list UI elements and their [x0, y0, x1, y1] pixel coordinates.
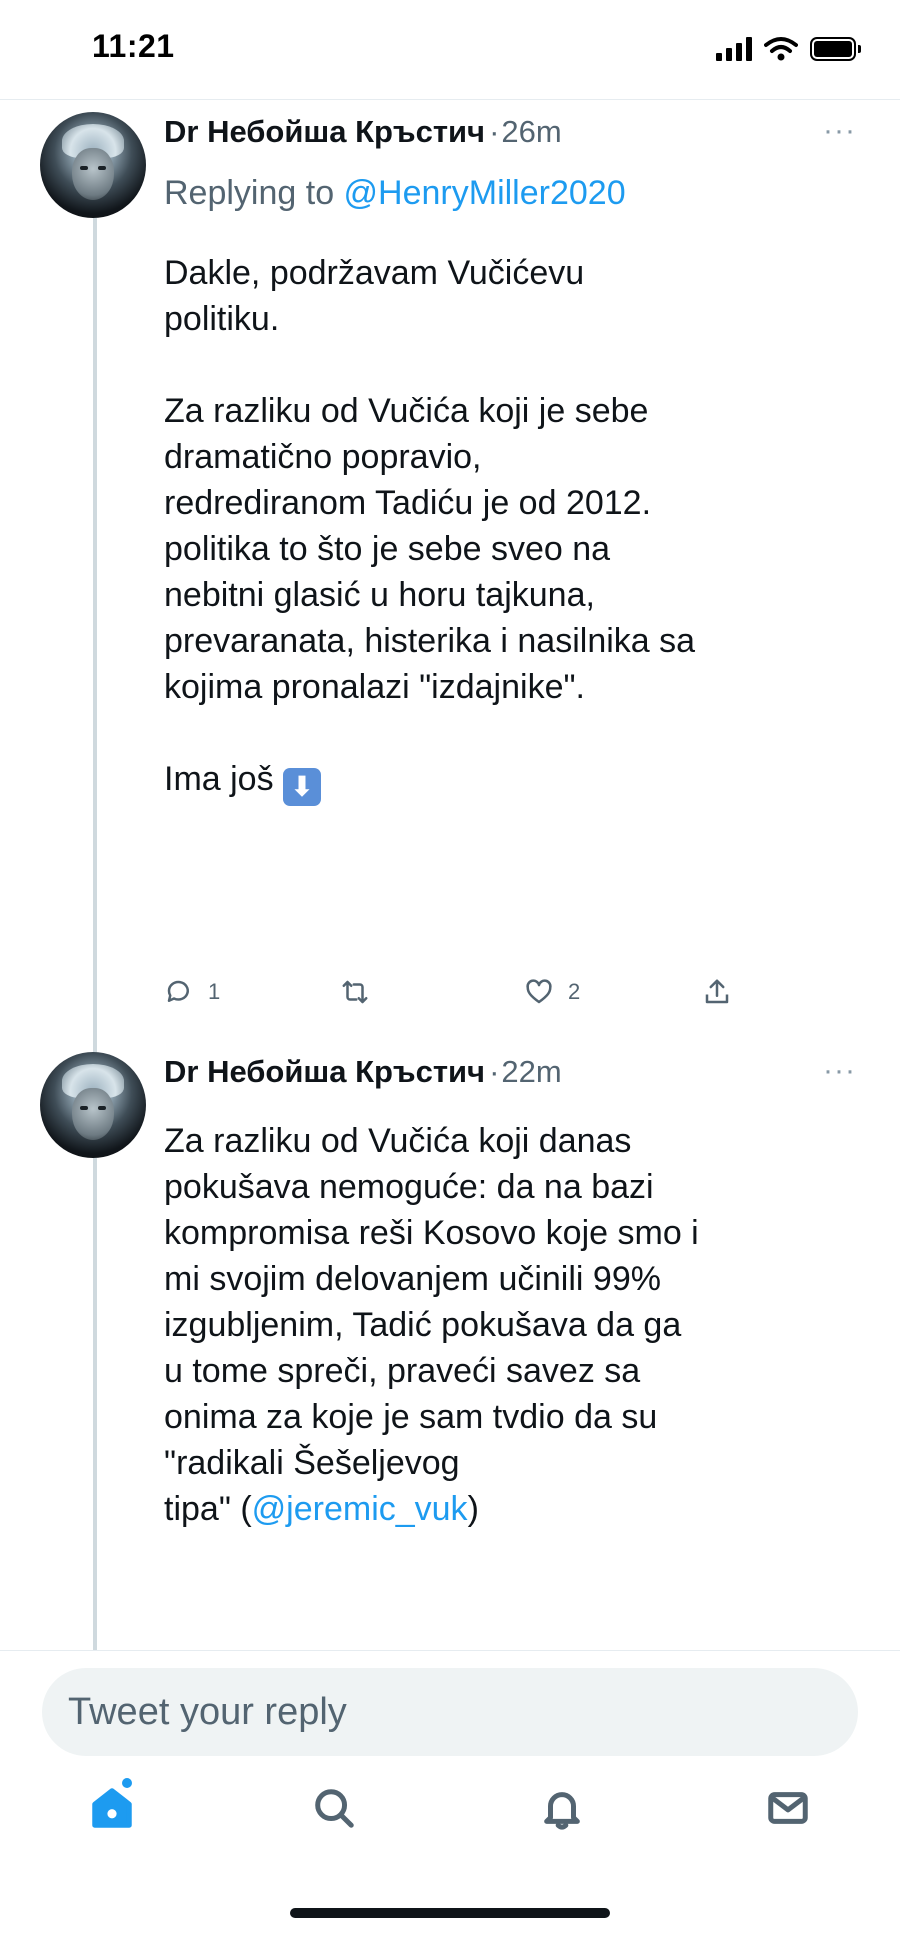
more-options-icon[interactable]: ···: [823, 1054, 856, 1088]
search-icon: [315, 1789, 354, 1828]
separator: ·: [489, 1054, 500, 1089]
nav-home[interactable]: [80, 1776, 144, 1840]
like-count: 2: [568, 979, 581, 1004]
tweet-header: Dr Небойша Кръстич · 26m: [164, 114, 562, 158]
timestamp[interactable]: 22m: [501, 1054, 561, 1090]
reply-input[interactable]: [68, 1668, 828, 1756]
tweet-body: Za razliku od Vučića koji danas pokušava…: [164, 1122, 699, 1528]
tweet-text: Dakle, podržavam Vučićevu politiku. Za r…: [164, 250, 864, 806]
thread-line: [93, 1158, 97, 1650]
tweet-body: Dakle, podržavam Vučićevu politiku. Za r…: [164, 254, 696, 798]
tweet-1[interactable]: Dr Небойша Кръстич · 26m ··· Replying to…: [0, 100, 900, 1130]
replying-to: Replying to @HenryMiller2020: [164, 174, 626, 213]
home-icon: [92, 1788, 132, 1828]
nav-notifications[interactable]: [530, 1776, 594, 1840]
retweet-button[interactable]: [340, 977, 384, 1007]
like-button[interactable]: 2: [524, 977, 580, 1007]
separator: ·: [489, 114, 500, 149]
tweet-header: Dr Небойша Кръстич · 22m: [164, 1054, 562, 1098]
tweet-text: Za razliku od Vučića koji danas pokušava…: [164, 1118, 864, 1532]
reply-composer[interactable]: [42, 1668, 858, 1756]
more-options-icon[interactable]: ···: [823, 114, 856, 148]
replying-handle-link[interactable]: @HenryMiller2020: [344, 174, 626, 212]
tweet-actions: 1 2: [164, 972, 729, 1012]
nav-search[interactable]: [302, 1776, 366, 1840]
messages-icon: [768, 1792, 808, 1824]
home-indicator: [290, 1908, 610, 1918]
status-icons: [716, 34, 861, 64]
author-name[interactable]: Dr Небойша Кръстич: [164, 114, 485, 150]
reply-count: 1: [208, 979, 221, 1004]
composer-divider: [0, 1650, 900, 1651]
heart-icon: [526, 979, 552, 1004]
battery-icon: [810, 37, 861, 61]
wifi-icon: [764, 37, 798, 61]
cellular-signal-icon: [716, 37, 752, 61]
mention-link[interactable]: @jeremic_vuk: [252, 1490, 468, 1528]
reply-button[interactable]: 1: [164, 977, 220, 1007]
notifications-icon: [544, 1792, 580, 1830]
thread-line: [93, 218, 97, 1130]
nav-messages[interactable]: [756, 1776, 820, 1840]
down-arrow-emoji: ⬇: [283, 768, 322, 806]
status-bar: 11:21: [0, 0, 900, 100]
new-content-dot: [122, 1778, 132, 1788]
tweet-body-end: ): [467, 1490, 479, 1528]
bottom-nav: [0, 1776, 900, 1876]
reply-icon: [167, 980, 189, 1002]
share-icon: [705, 979, 729, 1004]
status-time: 11:21: [92, 28, 175, 64]
tweet-2[interactable]: Dr Небойша Кръстич · 22m ··· Za razliku …: [0, 1040, 900, 1650]
share-button[interactable]: [702, 977, 732, 1007]
avatar[interactable]: [40, 1052, 146, 1158]
timestamp[interactable]: 26m: [501, 114, 561, 150]
author-name[interactable]: Dr Небойша Кръстич: [164, 1054, 485, 1090]
avatar[interactable]: [40, 112, 146, 218]
replying-prefix: Replying to: [164, 174, 344, 212]
retweet-icon: [342, 980, 368, 1004]
